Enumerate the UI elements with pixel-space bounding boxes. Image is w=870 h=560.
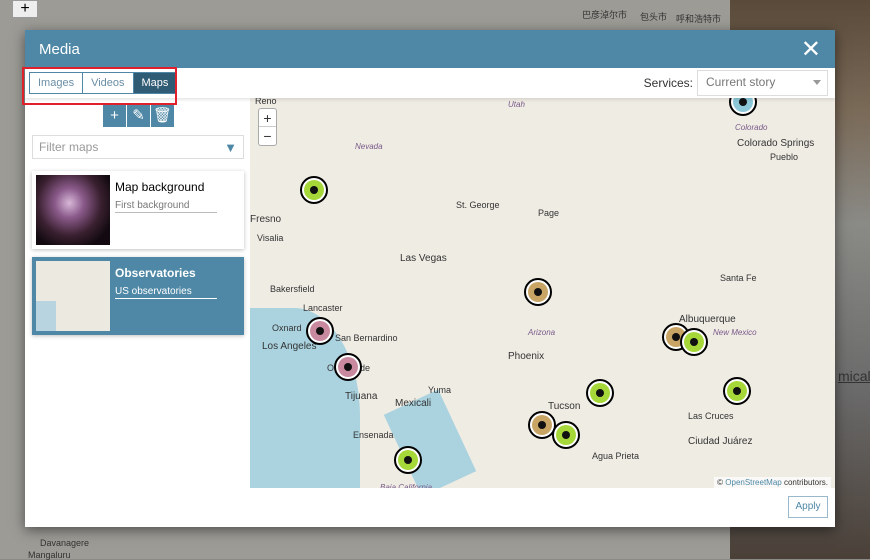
map-actions: + ✎ 🗑: [103, 104, 175, 127]
map-place-label: Colorado Springs: [737, 138, 815, 149]
map-place-label: Lancaster: [303, 303, 343, 313]
services-select[interactable]: Current story: [697, 70, 828, 96]
filter-maps-input[interactable]: Filter maps ▼: [32, 135, 244, 159]
observatory-marker-icon[interactable]: [394, 446, 422, 474]
map-zoom-control: + −: [258, 108, 277, 146]
map-place-label: St. George: [456, 200, 500, 210]
bg-label: 呼和浩特市: [676, 14, 722, 24]
media-dialog: Media ✕ Images Videos Maps Services: Cur…: [22, 30, 835, 527]
map-card-selected[interactable]: Observatories US observatories: [32, 257, 244, 335]
map-place-label: New Mexico: [713, 328, 757, 337]
map-place-label: Fresno: [250, 214, 282, 225]
map-place-label: Baja California: [380, 483, 433, 488]
observatory-marker-icon[interactable]: [300, 176, 328, 204]
marker-eye: [528, 282, 548, 302]
filter-icon[interactable]: ▼: [224, 140, 237, 155]
map-place-label: San Bernardino: [335, 333, 398, 343]
tab-videos[interactable]: Videos: [83, 73, 134, 93]
map-place-label: Los Angeles: [262, 341, 317, 352]
observatory-marker-icon[interactable]: [680, 328, 708, 356]
dialog-title: Media: [39, 40, 80, 58]
map-place-label: Santa Fe: [720, 273, 757, 283]
marker-eye: [304, 180, 324, 200]
osm-link[interactable]: OpenStreetMap: [725, 478, 781, 487]
map-place-label: Nevada: [355, 142, 383, 151]
map-place-label: Pueblo: [770, 152, 799, 162]
attr-suffix: contributors.: [781, 478, 828, 487]
map-place-label: Ensenada: [353, 430, 394, 440]
marker-eye: [590, 383, 610, 403]
edit-button[interactable]: ✎: [127, 104, 150, 127]
dialog-header: Media ✕: [25, 30, 835, 68]
marker-eye: [684, 332, 704, 352]
map-place-label: Yuma: [428, 385, 452, 395]
map-place-label: Visalia: [257, 233, 284, 243]
map-place-label: Agua Prieta: [592, 451, 640, 461]
tab-maps[interactable]: Maps: [133, 73, 177, 93]
bg-label: 巴彦淖尔市: [582, 10, 628, 20]
bg-label: mical: [838, 368, 870, 384]
add-button[interactable]: +: [103, 104, 126, 127]
tab-images[interactable]: Images: [30, 73, 84, 93]
map-place-label: Tijuana: [345, 391, 378, 402]
maps-panel: + ✎ 🗑 Filter maps ▼ Map background First…: [25, 98, 250, 488]
marker-eye: [310, 321, 330, 341]
apply-button[interactable]: Apply: [788, 496, 828, 518]
chevron-down-icon: [813, 80, 821, 85]
map-place-label: Las Vegas: [400, 253, 447, 264]
map-place-label: Phoenix: [508, 351, 545, 362]
dialog-toolbar: Images Videos Maps Services: Current sto…: [22, 67, 835, 105]
map-place-label: Albuquerque: [679, 314, 736, 325]
map-place-label: Arizona: [528, 328, 556, 337]
marker-eye: [532, 415, 552, 435]
map-place-label: Page: [538, 208, 560, 218]
marker-eye: [398, 450, 418, 470]
media-tabs: Images Videos Maps: [22, 67, 178, 105]
bg-label: Davanagere: [40, 538, 90, 548]
map-place-label: Utah: [508, 100, 525, 109]
background-zoom-in[interactable]: +: [12, 0, 38, 18]
zoom-in-button[interactable]: +: [259, 109, 276, 127]
observatories-map[interactable]: + − Reno Utah Nevada St. George Page Fresno Vi…: [250, 98, 835, 488]
map-place-label: Ciudad Juárez: [688, 436, 753, 447]
map-place-label: Mexicali: [395, 398, 432, 409]
observatory-marker-icon[interactable]: [723, 377, 751, 405]
map-place-label: Oxnard: [272, 323, 302, 333]
map-place-label: Bakersfield: [270, 284, 315, 294]
observatory-marker-icon[interactable]: [334, 353, 362, 381]
map-place-label: Colorado: [735, 123, 768, 132]
close-icon[interactable]: ✕: [801, 35, 821, 64]
observatory-marker-icon[interactable]: [586, 379, 614, 407]
observatory-marker-icon[interactable]: [306, 317, 334, 345]
map-place-label: Tucson: [548, 401, 581, 412]
map-subtitle: US observatories: [115, 286, 217, 299]
services-label: Services:: [643, 76, 693, 90]
observatory-marker-icon[interactable]: [729, 98, 757, 116]
map-place-label: Las Cruces: [688, 411, 734, 421]
marker-eye: [338, 357, 358, 377]
delete-button[interactable]: 🗑: [151, 104, 174, 127]
bg-label: 包头市: [640, 12, 668, 22]
marker-eye: [727, 381, 747, 401]
observatory-marker-icon[interactable]: [552, 421, 580, 449]
marker-eye: [733, 98, 753, 112]
services: Services: Current story: [644, 70, 828, 96]
nebula-thumbnail: [36, 175, 110, 245]
observatory-marker-icon[interactable]: [524, 278, 552, 306]
map-attribution: © OpenStreetMap contributors.: [714, 477, 831, 488]
filter-placeholder: Filter maps: [39, 140, 99, 154]
map-title: Map background: [115, 180, 205, 194]
zoom-out-button[interactable]: −: [259, 127, 276, 145]
marker-eye: [556, 425, 576, 445]
map-place-label: Reno: [255, 98, 277, 106]
map-title: Observatories: [115, 266, 196, 280]
observatories-thumbnail: [36, 261, 110, 331]
map-subtitle: First background: [115, 200, 217, 213]
services-value: Current story: [706, 75, 776, 89]
map-card[interactable]: Map background First background: [32, 171, 244, 249]
